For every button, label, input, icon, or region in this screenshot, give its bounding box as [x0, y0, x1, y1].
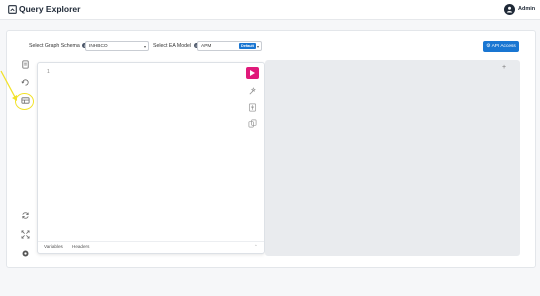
app-title: Query Explorer — [19, 4, 81, 14]
chevron-down-icon: ▾ — [143, 44, 146, 49]
schema-icon[interactable] — [21, 96, 30, 105]
tab-variables[interactable]: Variables — [44, 244, 63, 249]
api-icon: ⚙ — [486, 44, 491, 49]
refresh-icon[interactable] — [21, 211, 30, 220]
user-name[interactable]: Admin — [518, 6, 535, 12]
run-query-button[interactable] — [246, 67, 259, 79]
results-panel — [265, 60, 520, 256]
api-access-button[interactable]: ⚙ API Access — [483, 41, 519, 52]
line-number: 1 — [47, 69, 50, 75]
graph-schema-select[interactable]: INHBCO ▾ — [85, 41, 149, 51]
user-avatar-icon[interactable] — [504, 4, 515, 15]
document-icon[interactable] — [21, 60, 30, 69]
chevron-up-icon[interactable]: ⌃ — [254, 244, 258, 250]
merge-icon[interactable] — [248, 103, 257, 112]
graph-schema-label: Select Graph Schema i — [29, 43, 88, 49]
query-editor[interactable] — [37, 62, 265, 254]
play-icon — [250, 70, 255, 76]
history-icon[interactable] — [21, 78, 30, 87]
plus-icon[interactable]: + — [502, 64, 506, 71]
ea-model-label: Select EA Model i — [153, 43, 199, 49]
prettify-icon[interactable] — [248, 87, 257, 96]
default-badge: Default — [239, 43, 256, 49]
tab-headers[interactable]: Headers — [72, 244, 89, 249]
settings-icon[interactable] — [21, 249, 30, 258]
chevron-down-icon: ▾ — [256, 44, 259, 49]
copy-icon[interactable] — [248, 119, 257, 128]
top-bar: Query Explorer Admin — [0, 0, 540, 20]
query-explorer-logo-icon — [8, 5, 17, 14]
expand-icon[interactable] — [21, 230, 30, 239]
